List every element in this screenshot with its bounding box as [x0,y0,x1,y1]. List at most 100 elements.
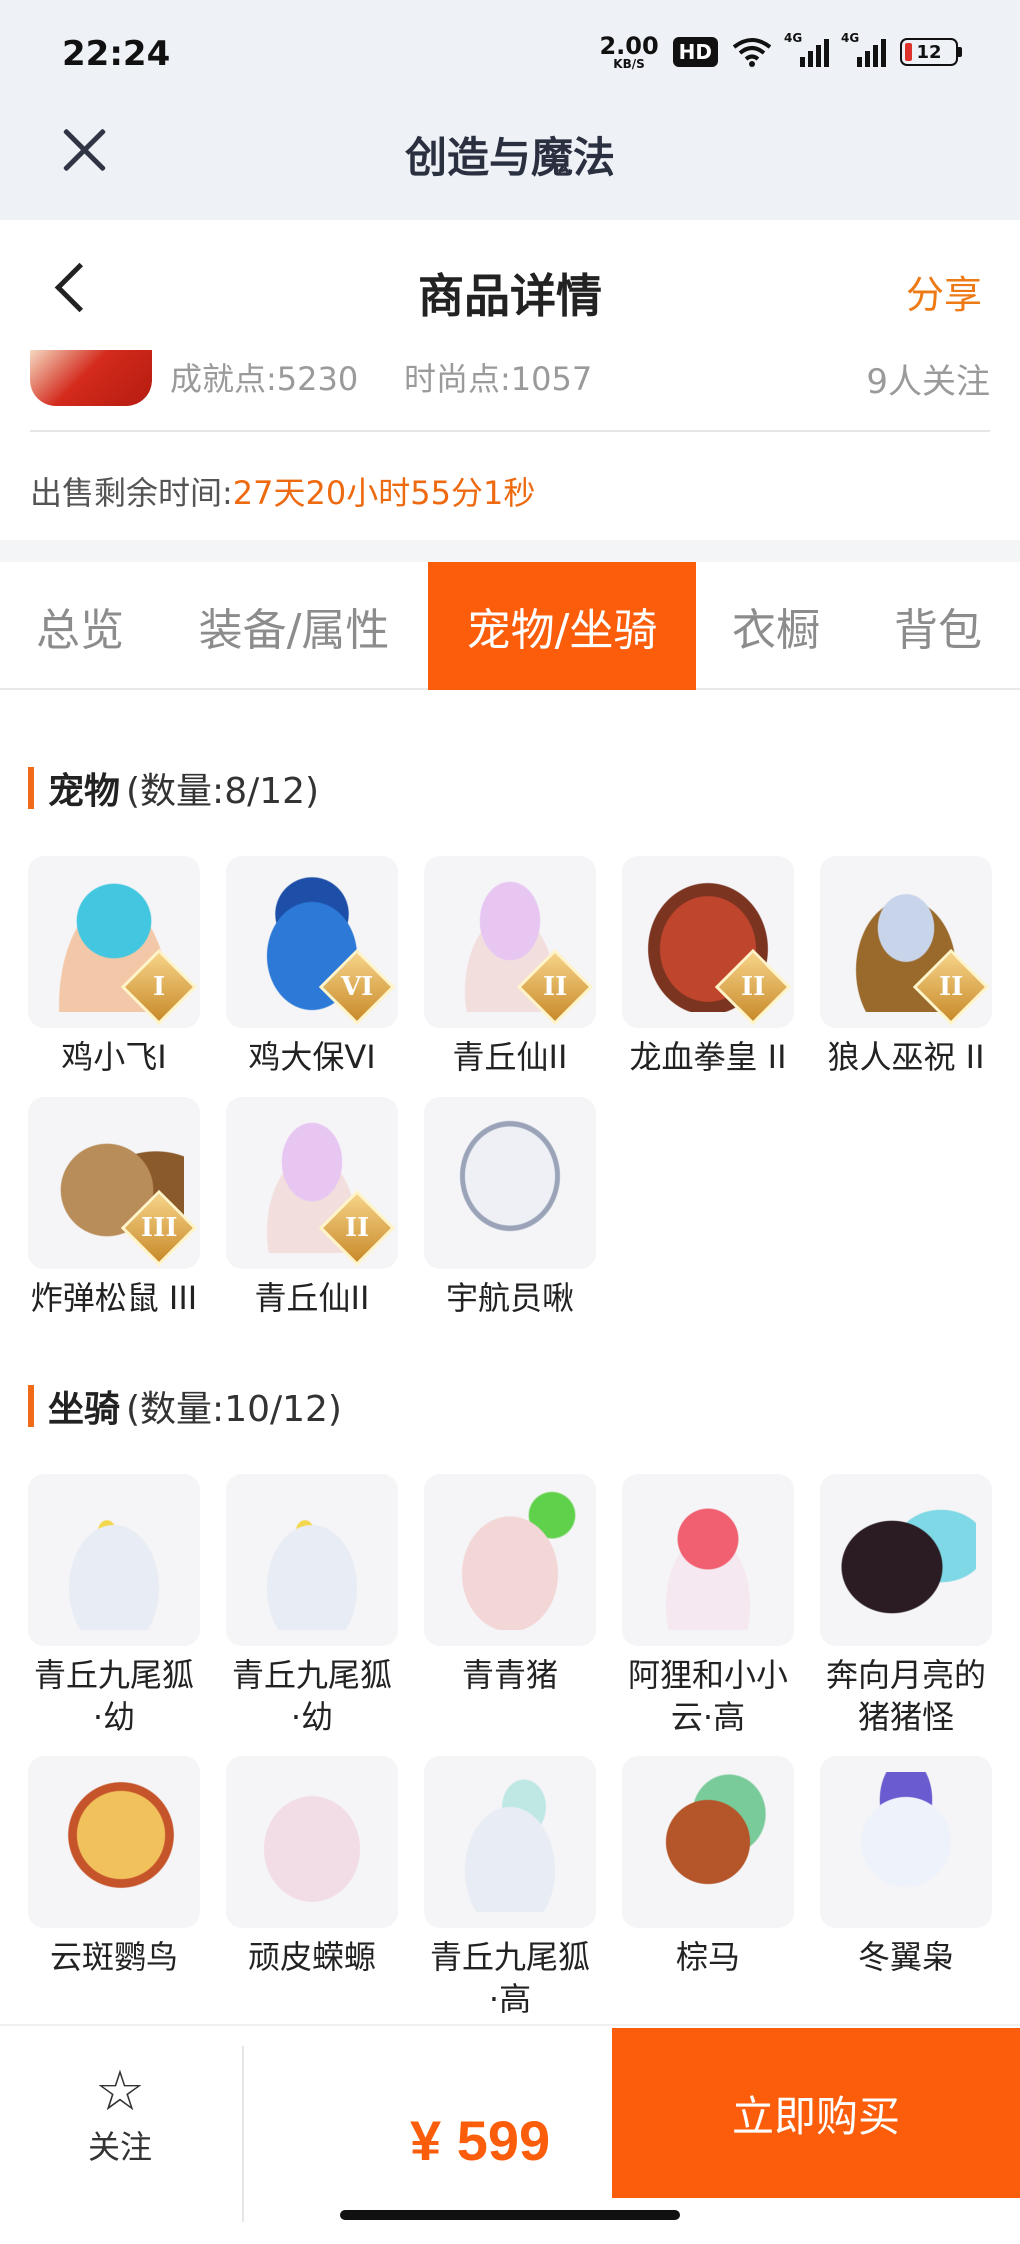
tab-backpack[interactable]: 背包 [856,562,1020,690]
mount-item[interactable]: 云斑鹦鸟 [28,1756,200,1978]
mount-name: 青丘九尾狐 ·幼 [33,1656,194,1736]
tab-overview[interactable]: 总览 [0,562,160,690]
pet-item[interactable]: II 狼人巫祝 II [820,856,992,1078]
section-count: (数量:10/12) [126,1389,342,1430]
section-count: (数量:8/12) [126,771,320,812]
mount-name: 云斑鹦鸟 [49,1938,178,1976]
battery-level: 12 [916,41,942,63]
mount-name: 顽皮蝾螈 [247,1938,376,1976]
net-speed-unit: KB/S [613,57,645,71]
status-bar: 22:24 2.00 KB/S HD 4G 4G 12 [0,0,1020,110]
mini-app-header: 创造与魔法 [0,110,1020,220]
section-accent-bar [28,767,34,809]
pet-name: 龙血拳皇 II [629,1038,787,1076]
pet-name: 宇航员啾 [445,1279,574,1317]
mount-name: 冬翼枭 [857,1938,954,1976]
tab-bar: 总览 装备/属性 宠物/坐骑 衣橱 背包 [0,562,1020,690]
page-title: 商品详情 [418,269,602,323]
fashion-points: 时尚点:1057 [404,360,593,398]
pets-section-title: 宠物 (数量:8/12) [28,764,319,812]
pet-thumbnail: II [820,856,992,1028]
achievement-points: 成就点:5230 [170,360,359,398]
pet-name: 狼人巫祝 II [827,1038,985,1076]
home-indicator[interactable] [340,2210,680,2220]
net-speed-value: 2.00 [599,32,659,60]
mount-thumbnail [622,1756,794,1928]
divider [30,430,990,432]
mount-item[interactable]: 青青猪 [424,1474,596,1696]
mount-thumbnail [226,1474,398,1646]
mount-thumbnail [424,1756,596,1928]
tab-pets-mounts[interactable]: 宠物/坐骑 [428,562,696,690]
star-icon: ☆ [94,2059,146,2124]
mount-thumbnail [424,1474,596,1646]
pet-item[interactable]: 宇航员啾 [424,1097,596,1319]
mount-name: 青丘九尾狐 ·幼 [231,1656,392,1736]
pet-item[interactable]: VI 鸡大保VI [226,856,398,1078]
mount-thumbnail [622,1474,794,1646]
pet-thumbnail: VI [226,856,398,1028]
signal-icon-2: 4G [841,31,886,67]
pet-name: 青丘仙II [254,1279,370,1317]
mount-thumbnail [820,1474,992,1646]
tab-equipment[interactable]: 装备/属性 [160,562,428,690]
mount-item[interactable]: 棕马 [622,1756,794,1978]
app-title: 创造与魔法 [404,133,615,182]
mount-item[interactable]: 冬翼枭 [820,1756,992,1978]
tab-wardrobe[interactable]: 衣橱 [696,562,856,690]
avatar [30,350,152,406]
pet-item[interactable]: I 鸡小飞I [28,856,200,1078]
pet-thumbnail: II [424,856,596,1028]
section-name: 宠物 [48,771,121,812]
pet-thumbnail: III [28,1097,200,1269]
sale-time-label: 出售剩余时间: [30,474,233,512]
pet-item[interactable]: III 炸弹松鼠 III [28,1097,200,1319]
pet-thumbnail [424,1097,596,1269]
status-indicators: 2.00 KB/S HD 4G 4G 12 [599,31,962,70]
followers-count: 9人关注 [866,362,990,402]
signal-type-label-2: 4G [841,31,860,45]
share-button[interactable]: 分享 [906,264,982,319]
pet-item[interactable]: II 青丘仙II [424,856,596,1078]
mount-name: 青青猪 [461,1656,558,1694]
mount-item[interactable]: 奔向月亮的 猪猪怪 [820,1474,992,1738]
signal-icon: 4G [784,31,829,67]
wifi-icon [732,38,772,67]
mount-name: 棕马 [675,1938,740,1976]
pet-thumbnail: I [28,856,200,1028]
mount-thumbnail [28,1474,200,1646]
mount-thumbnail [28,1756,200,1928]
signal-type-label: 4G [784,31,803,45]
mount-item[interactable]: 青丘九尾狐 ·幼 [226,1474,398,1738]
mount-name: 阿狸和小小 云·高 [627,1656,788,1736]
pet-item[interactable]: II 青丘仙II [226,1097,398,1319]
pet-thumbnail: II [622,856,794,1028]
pet-item[interactable]: II 龙血拳皇 II [622,856,794,1078]
page-header: 商品详情 分享 [0,220,1020,350]
mounts-section-title: 坐骑 (数量:10/12) [28,1382,342,1430]
mount-item[interactable]: 顽皮蝾螈 [226,1756,398,1978]
pet-thumbnail: II [226,1097,398,1269]
pet-name: 鸡小飞I [61,1038,167,1076]
sale-remaining-time: 出售剩余时间:27天20小时55分1秒 [30,468,535,514]
follow-label: 关注 [87,2128,152,2166]
mount-thumbnail [820,1756,992,1928]
account-summary: 成就点:5230 时尚点:1057 9人关注 出售剩余时间:27天20小时55分… [0,350,1020,540]
pet-name: 炸弹松鼠 III [30,1279,198,1317]
hd-icon: HD [672,37,718,67]
buy-now-button[interactable]: 立即购买 [612,2028,1020,2198]
mount-item[interactable]: 青丘九尾狐 ·幼 [28,1474,200,1738]
mount-item[interactable]: 阿狸和小小 云·高 [622,1474,794,1738]
status-time: 22:24 [62,34,171,74]
price: ¥ 599 [410,2109,551,2172]
section-accent-bar [28,1385,34,1427]
mount-name: 青丘九尾狐 ·高 [429,1938,590,2018]
section-gap [0,540,1020,562]
battery-icon: 12 [900,38,962,66]
follow-button[interactable]: ☆ 关注 [60,2062,180,2182]
pet-name: 鸡大保VI [248,1038,376,1076]
mount-thumbnail [226,1756,398,1928]
net-speed: 2.00 KB/S [599,34,658,70]
mount-item[interactable]: 青丘九尾狐 ·高 [424,1756,596,2020]
section-name: 坐骑 [48,1389,121,1430]
